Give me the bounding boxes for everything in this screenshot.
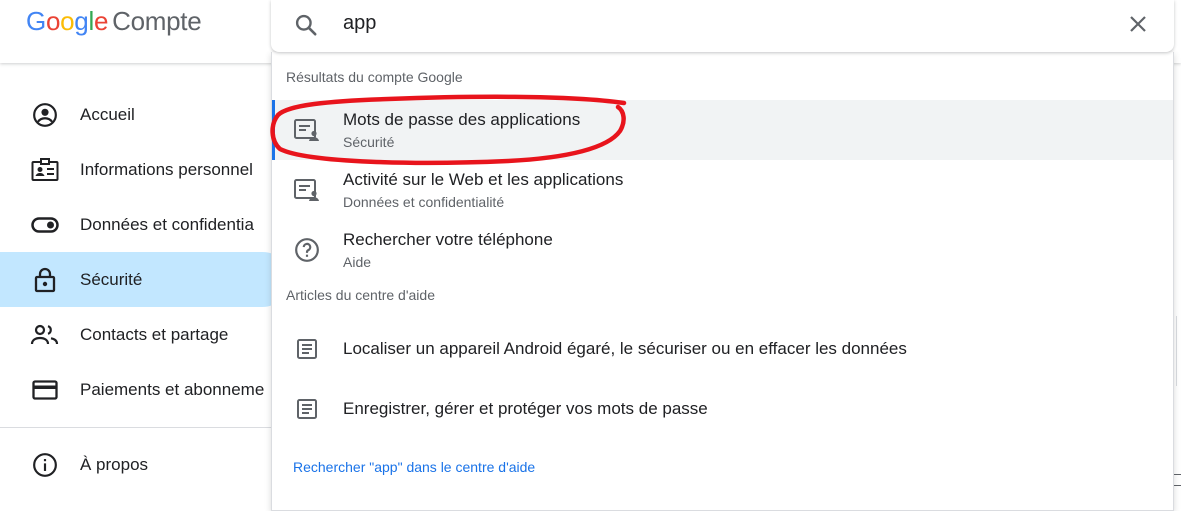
search-box: app (271, 0, 1174, 52)
account-circle-icon (30, 100, 60, 130)
sidebar-item-label: À propos (80, 454, 149, 474)
article-icon (292, 394, 322, 424)
result-title: Activité sur le Web et les applications (343, 170, 624, 189)
sidebar-item-contacts[interactable]: Contacts et partage (0, 307, 290, 362)
result-subtitle: Sécurité (343, 134, 395, 150)
sidebar-item-donnees[interactable]: Données et confidentia (0, 197, 290, 252)
sidebar-item-informations[interactable]: Informations personnel (0, 142, 290, 197)
sidebar-item-label: Informations personnel (80, 159, 253, 179)
search-icon[interactable] (293, 12, 319, 43)
google-account-logo[interactable]: Google Compte (26, 6, 202, 37)
section-title-help: Articles du centre d'aide (286, 287, 435, 303)
lock-icon (30, 265, 60, 295)
article-icon (292, 334, 322, 364)
manage-accounts-icon (292, 175, 322, 205)
sidebar-item-paiements[interactable]: Paiements et abonneme (0, 362, 290, 417)
page-edge-divider (1176, 316, 1177, 386)
sidebar-item-label: Paiements et abonneme (80, 379, 265, 399)
logo-letter: o (45, 6, 61, 36)
id-card-icon (30, 155, 60, 185)
close-icon[interactable] (1126, 12, 1150, 41)
result-title: Enregistrer, gérer et protéger vos mots … (343, 399, 708, 418)
section-title-account: Résultats du compte Google (286, 69, 463, 85)
search-help-center-link[interactable]: Rechercher "app" dans le centre d'aide (293, 459, 535, 475)
result-help-article[interactable]: Localiser un appareil Android égaré, le … (272, 319, 1173, 379)
logo-letter: e (93, 6, 109, 36)
sidebar-item-label: Contacts et partage (80, 324, 229, 344)
product-name: Compte (112, 6, 202, 36)
logo-letter: G (26, 6, 46, 36)
sidebar-item-label: Accueil (80, 104, 135, 124)
sidebar-item-label: Sécurité (80, 269, 143, 289)
info-icon (30, 450, 60, 480)
result-title: Localiser un appareil Android égaré, le … (343, 339, 907, 358)
result-title: Rechercher votre téléphone (343, 230, 553, 249)
sidebar-item-a-propos[interactable]: À propos (0, 437, 290, 492)
sidebar-divider (0, 427, 290, 428)
search-results-dropdown: Résultats du compte Google Mots de passe… (271, 52, 1174, 511)
result-app-passwords[interactable]: Mots de passe des applications Sécurité (272, 100, 1173, 160)
sidebar-item-label: Données et confidentia (80, 214, 254, 234)
help-icon (292, 235, 322, 265)
manage-accounts-icon (292, 115, 322, 145)
result-title: Mots de passe des applications (343, 110, 581, 129)
result-subtitle: Données et confidentialité (343, 194, 505, 210)
logo-letter: g (74, 6, 89, 36)
sidebar-item-securite[interactable]: Sécurité (0, 252, 290, 307)
result-find-phone[interactable]: Rechercher votre téléphone Aide (272, 220, 1173, 280)
result-web-activity[interactable]: Activité sur le Web et les applications … (272, 160, 1173, 220)
credit-card-icon (30, 375, 60, 405)
search-input[interactable]: app (343, 12, 376, 35)
sidebar-item-accueil[interactable]: Accueil (0, 87, 290, 142)
toggle-icon (30, 210, 60, 240)
people-icon (30, 320, 60, 350)
result-subtitle: Aide (343, 254, 372, 270)
logo-letter: o (60, 6, 75, 36)
result-help-article[interactable]: Enregistrer, gérer et protéger vos mots … (272, 379, 1173, 439)
